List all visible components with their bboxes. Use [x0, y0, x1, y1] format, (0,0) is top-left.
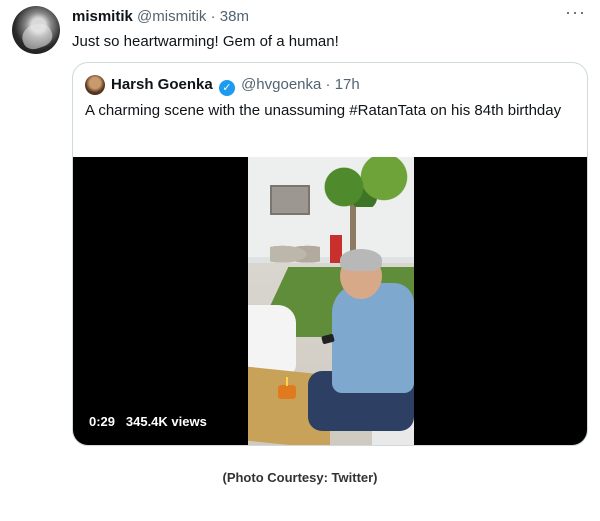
tweet-time[interactable]: 38m	[220, 8, 249, 25]
video-frame	[248, 157, 414, 445]
quoted-author-name[interactable]: Harsh Goenka	[111, 76, 213, 93]
video-duration: 0:29	[89, 414, 116, 429]
video-stats: 0:29 345.4K views	[89, 414, 207, 429]
video-player[interactable]: 0:29 345.4K views	[73, 157, 587, 445]
verified-badge-icon: ✓	[218, 80, 235, 96]
man-body	[332, 283, 414, 393]
tweet-text: Just so heartwarming! Gem of a human!	[72, 33, 339, 50]
quoted-tweet[interactable]: Harsh Goenka ✓ @hvgoenka · 17h A charmin…	[72, 62, 588, 446]
ellipsis-icon[interactable]: ···	[565, 2, 586, 23]
photo-caption: (Photo Courtesy: Twitter)	[222, 470, 378, 485]
quoted-avatar[interactable]	[85, 75, 105, 95]
quoted-text: A charming scene with the unassuming #Ra…	[85, 102, 562, 119]
man-hair	[340, 249, 382, 271]
author-name[interactable]: mismitik	[72, 8, 133, 25]
tweet-avatar[interactable]	[12, 6, 60, 54]
planters	[270, 241, 320, 263]
quoted-header: Harsh Goenka ✓ @hvgoenka · 17h	[111, 76, 360, 96]
avatar-figure	[18, 19, 56, 53]
dot-separator: ·	[325, 76, 331, 93]
person-white-shirt	[248, 305, 296, 375]
dot-separator: ·	[210, 8, 216, 25]
window	[270, 185, 310, 215]
birthday-cake	[278, 385, 296, 399]
author-handle[interactable]: @mismitik	[137, 8, 206, 25]
candle	[286, 377, 288, 386]
quoted-time[interactable]: 17h	[335, 76, 360, 93]
video-views: 345.4K views	[125, 414, 207, 429]
tree-leaves	[314, 157, 414, 207]
quoted-handle[interactable]: @hvgoenka	[241, 76, 321, 93]
tweet-header: mismitik @mismitik · 38m	[72, 8, 249, 25]
